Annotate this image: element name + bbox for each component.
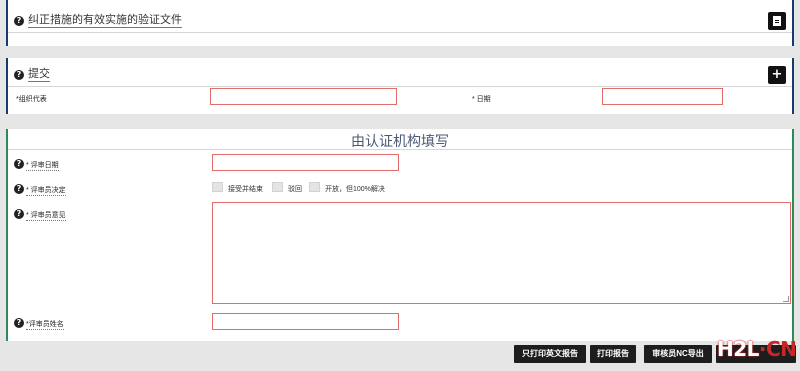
title-divider [8,149,792,150]
verification-docs-panel: ? 纠正措施的有效实施的验证文件 [6,0,794,46]
help-icon[interactable]: ? [14,184,24,194]
submit-title: 提交 [28,68,50,82]
help-icon[interactable]: ? [14,209,24,219]
print-english-report-button[interactable]: 只打印英文报告 [514,345,586,363]
watermark-part1: H2L [717,337,759,361]
org-rep-label: *组织代表 [16,96,47,103]
resize-handle-icon[interactable] [783,296,789,302]
decision-reject-checkbox[interactable] [272,182,283,192]
help-icon[interactable]: ? [14,16,24,26]
opinion-label: * 评审员意见 [26,212,66,221]
add-button[interactable]: + [768,66,786,84]
decision-accept-label: 接受并结束 [228,186,263,193]
reviewer-name-label: *评审员姓名 [26,321,64,330]
submit-date-label: * 日期 [472,96,491,103]
review-date-label: * 评审日期 [26,162,59,171]
verification-docs-title: 纠正措施的有效实施的验证文件 [28,14,182,28]
decision-open-checkbox[interactable] [309,182,320,192]
submit-panel: ? 提交 + *组织代表 * 日期 [6,58,794,114]
submit-date-input[interactable] [602,88,723,105]
document-icon [773,16,781,26]
opinion-textarea[interactable] [212,202,791,304]
auditor-section-title-text: 由认证机构填写 [351,133,449,150]
upload-document-button[interactable] [768,12,786,30]
h2l-watermark-logo: H2L·CN [717,337,797,361]
org-rep-input[interactable] [210,88,397,105]
decision-open-label: 开放，但100%解决 [325,186,385,193]
decision-accept-checkbox[interactable] [212,182,223,192]
print-report-button[interactable]: 打印报告 [590,345,636,363]
decision-reject-label: 驳回 [288,186,302,193]
help-icon[interactable]: ? [14,318,24,328]
help-icon[interactable]: ? [14,159,24,169]
decision-label: * 评审员决定 [26,187,66,196]
submit-header: ? 提交 + [8,63,792,87]
reviewer-name-input[interactable] [212,313,399,330]
watermark-part2: ·CN [758,337,797,361]
auditor-nc-export-button[interactable]: 审核员NC导出 [644,345,712,363]
help-icon[interactable]: ? [14,70,24,80]
auditor-panel: 由认证机构填写 ? * 评审日期 ? * 评审员决定 接受并结束 驳回 开放，但… [6,129,794,341]
verification-docs-header: ? 纠正措施的有效实施的验证文件 [8,9,792,33]
review-date-input[interactable] [212,154,399,171]
auditor-section-title: 由认证机构填写 [8,131,792,151]
